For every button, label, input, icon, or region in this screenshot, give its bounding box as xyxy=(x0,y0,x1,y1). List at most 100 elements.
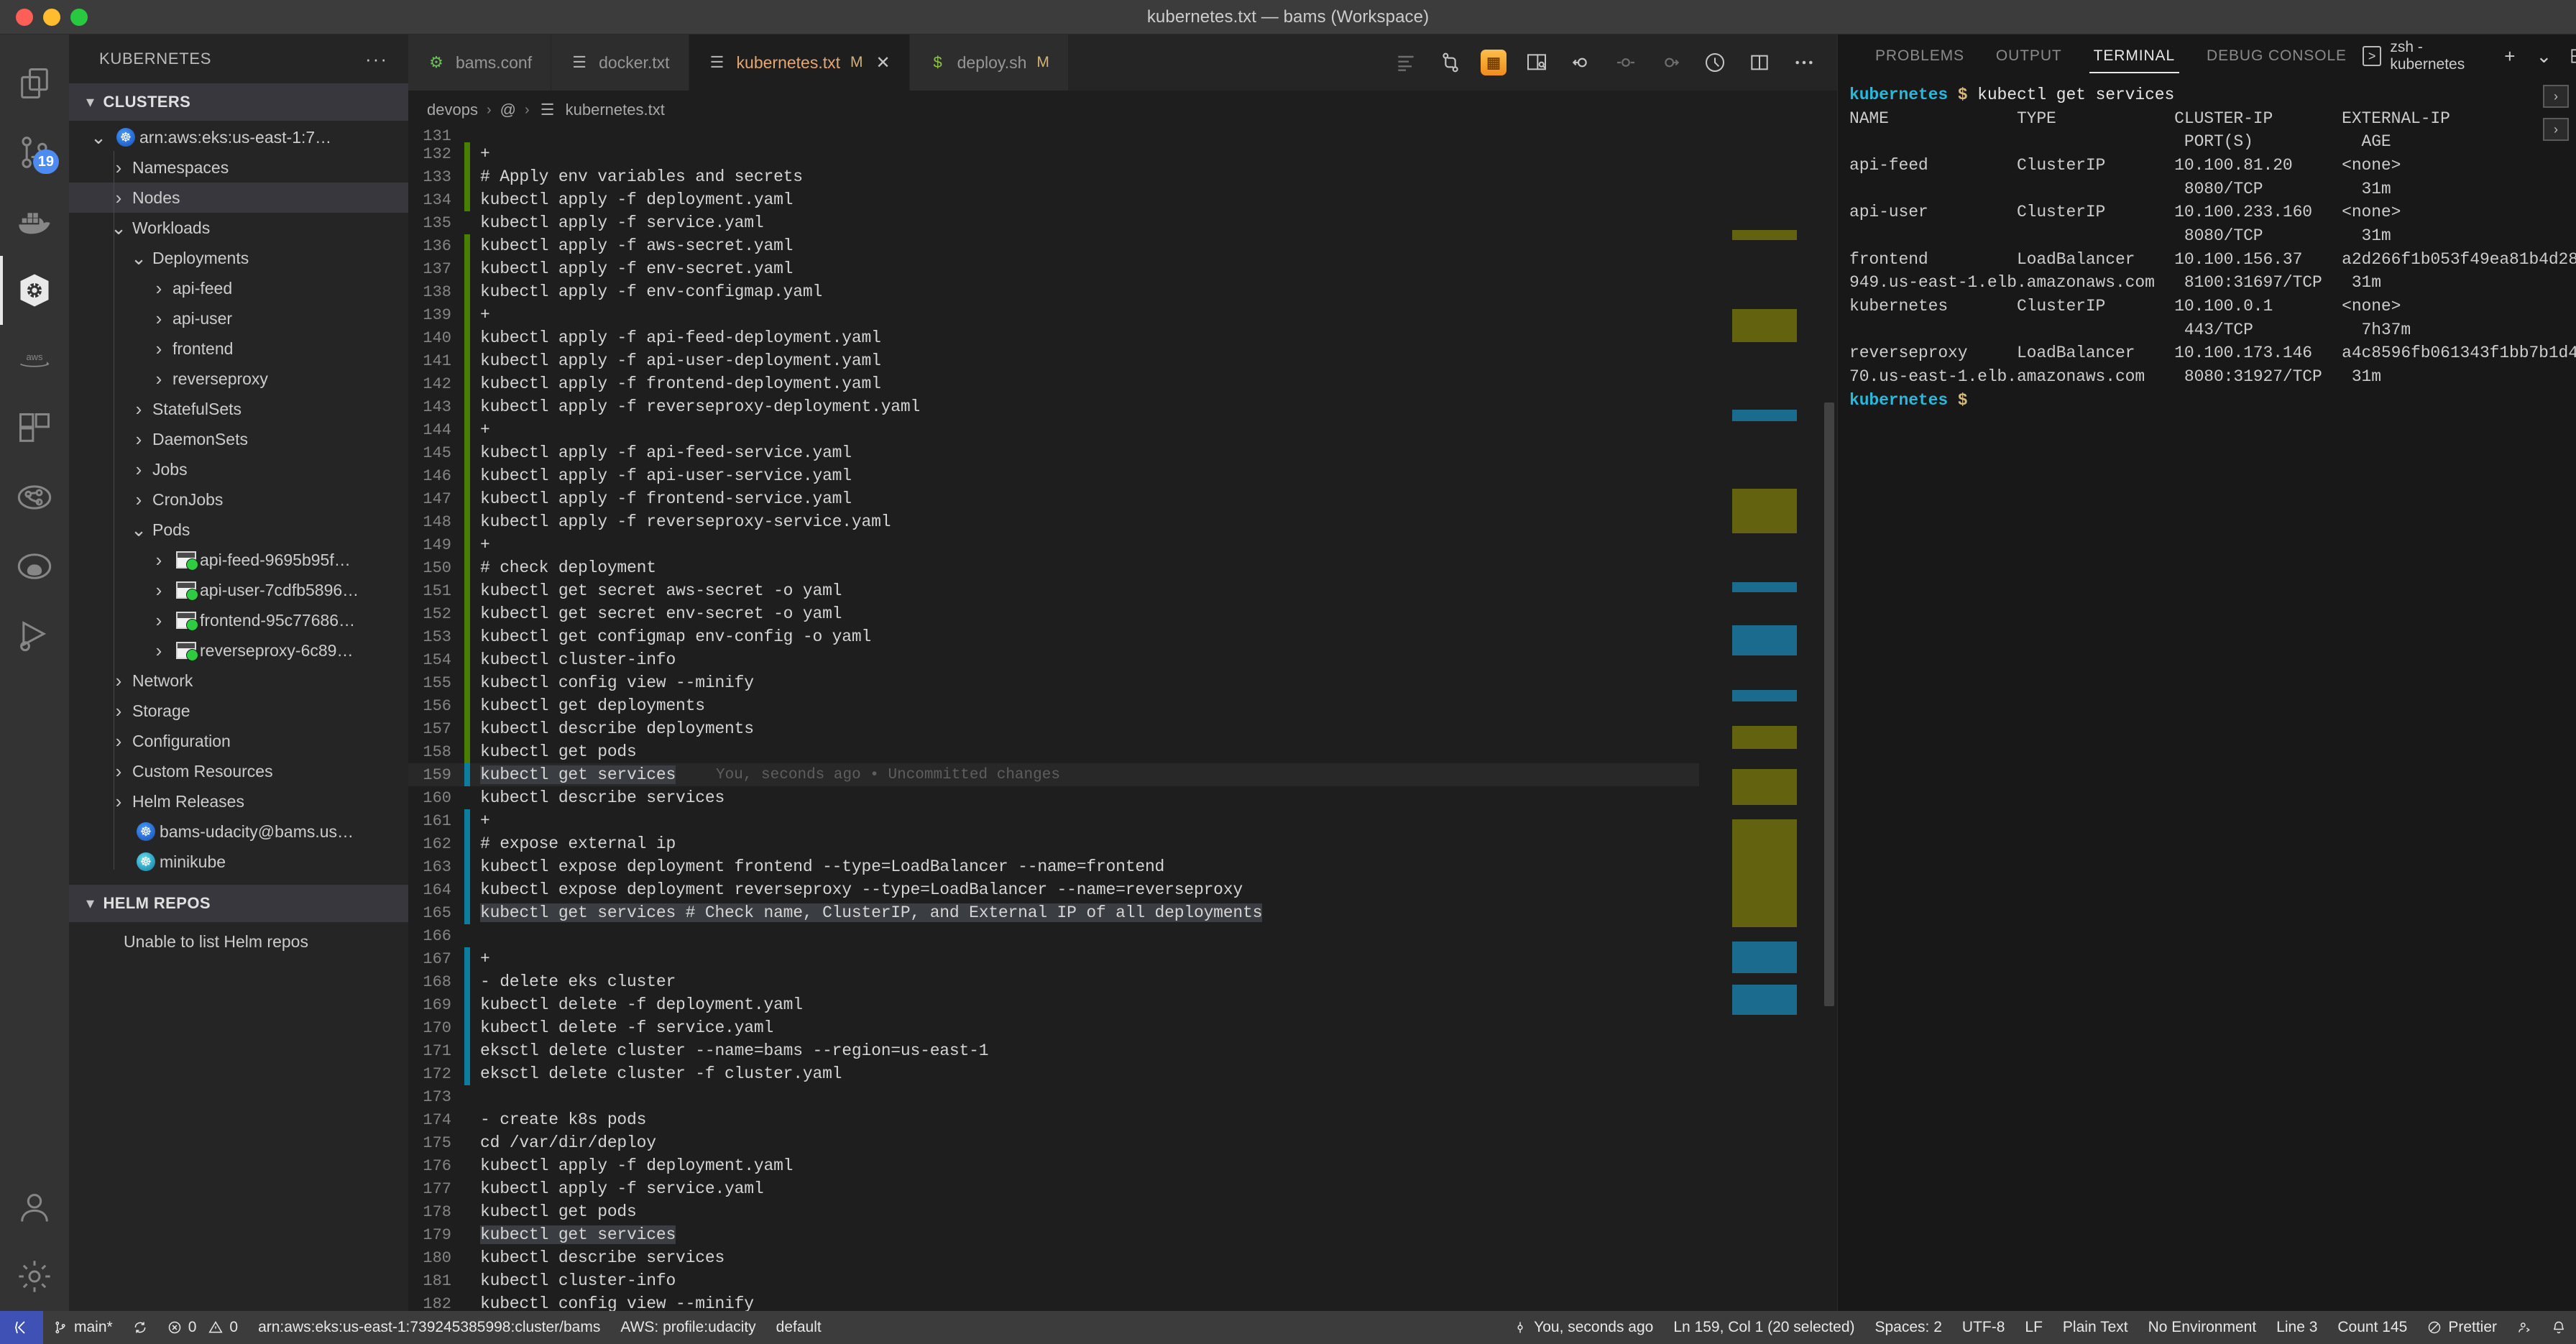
chevron-right-icon[interactable]: › xyxy=(145,640,172,662)
chevron-down-icon[interactable]: ⌄ xyxy=(85,126,112,149)
maximize-window-button[interactable] xyxy=(70,8,88,26)
remote-indicator-button[interactable] xyxy=(0,1311,43,1344)
tree-item-storage[interactable]: › Storage xyxy=(69,696,408,726)
activity-aws[interactable]: aws xyxy=(0,325,69,394)
code-line[interactable]: 176 kubectl apply -f deployment.yaml xyxy=(408,1154,1699,1177)
terminal-dropdown-icon[interactable]: ⌄ xyxy=(2534,44,2555,68)
chevron-right-icon[interactable]: › xyxy=(145,579,172,602)
chevron-right-icon[interactable]: › xyxy=(105,157,132,179)
status-encoding[interactable]: UTF-8 xyxy=(1952,1311,2015,1344)
code-line[interactable]: 146 kubectl apply -f api-user-service.yam… xyxy=(408,464,1699,487)
tree-item-nodes[interactable]: › Nodes xyxy=(69,183,408,213)
code-line[interactable]: 140 kubectl apply -f api-feed-deployment.… xyxy=(408,326,1699,349)
chevron-right-icon[interactable]: › xyxy=(145,549,172,571)
code-line[interactable]: 147 kubectl apply -f frontend-service.yam… xyxy=(408,487,1699,510)
code-line[interactable]: 172 eksctl delete cluster -f cluster.yaml xyxy=(408,1062,1699,1085)
tab-deploy-sh[interactable]: $ deploy.sh M xyxy=(909,34,1069,91)
tree-item-reverseproxy-6c89[interactable]: › reverseproxy-6c89… xyxy=(69,635,408,666)
chevron-right-icon[interactable]: › xyxy=(145,308,172,330)
code-line[interactable]: 174 - create k8s pods xyxy=(408,1108,1699,1131)
split-preview-icon[interactable] xyxy=(1522,48,1551,77)
chevron-right-icon[interactable]: › xyxy=(105,187,132,209)
status-word-count[interactable]: Count 145 xyxy=(2327,1311,2417,1344)
minimap[interactable] xyxy=(1699,129,1821,1311)
tree-item-frontend[interactable]: › frontend xyxy=(69,333,408,364)
terminal-scroll-bottom-icon[interactable]: › xyxy=(2543,118,2569,141)
code-line[interactable]: 177 kubectl apply -f service.yaml xyxy=(408,1177,1699,1200)
close-window-button[interactable] xyxy=(16,8,33,26)
code-line[interactable]: 154 kubectl cluster-info xyxy=(408,648,1699,671)
code-line[interactable]: 178 kubectl get pods xyxy=(408,1200,1699,1223)
code-line[interactable]: 179 kubectl get services xyxy=(408,1223,1699,1246)
code-line[interactable]: 181 kubectl cluster-info xyxy=(408,1269,1699,1292)
status-eol[interactable]: LF xyxy=(2015,1311,2053,1344)
code-line[interactable]: 180 kubectl describe services xyxy=(408,1246,1699,1269)
chevron-right-icon[interactable]: › xyxy=(105,670,132,692)
code-line[interactable]: 139 + xyxy=(408,303,1699,326)
tree-item-api-feed[interactable]: › api-feed xyxy=(69,273,408,303)
previous-change-icon[interactable] xyxy=(1567,48,1596,77)
activity-docker[interactable] xyxy=(0,187,69,256)
stage-change-icon[interactable] xyxy=(1611,48,1640,77)
tree-item-pods[interactable]: ⌄ Pods xyxy=(69,515,408,545)
code-line[interactable]: 142 kubectl apply -f frontend-deployment.… xyxy=(408,372,1699,395)
tree-item-arn-aws-eks-us-east-1-7[interactable]: ⌄ ☸ arn:aws:eks:us-east-1:7… xyxy=(69,122,408,152)
code-line[interactable]: 144 + xyxy=(408,418,1699,441)
code-line[interactable]: 145 kubectl apply -f api-feed-service.yam… xyxy=(408,441,1699,464)
code-line[interactable]: 182 kubectl config view --minify xyxy=(408,1292,1699,1311)
code-line[interactable]: 138 kubectl apply -f env-configmap.yaml xyxy=(408,280,1699,303)
window-controls[interactable] xyxy=(0,8,88,26)
code-line[interactable]: 135 kubectl apply -f service.yaml xyxy=(408,211,1699,234)
code-lines[interactable]: 131 132 +133 # Apply env variables and secr… xyxy=(408,129,1699,1311)
tree-item-daemonsets[interactable]: › DaemonSets xyxy=(69,424,408,454)
chevron-right-icon[interactable]: › xyxy=(125,459,152,481)
outline-icon[interactable] xyxy=(1392,48,1420,77)
tree-item-bams-udacity-bams-us[interactable]: ☸ bams-udacity@bams.us… xyxy=(69,816,408,847)
breadcrumb-at[interactable]: @ xyxy=(500,101,516,119)
run-jupyter-icon[interactable]: ▦ xyxy=(1481,50,1506,75)
code-line[interactable]: 167 + xyxy=(408,947,1699,970)
split-editor-icon[interactable] xyxy=(1745,48,1774,77)
code-line[interactable]: 175 cd /var/dir/deploy xyxy=(408,1131,1699,1154)
panel-tab-output[interactable]: OUTPUT xyxy=(1980,34,2078,78)
tree-item-namespaces[interactable]: › Namespaces xyxy=(69,152,408,183)
tree-item-configuration[interactable]: › Configuration xyxy=(69,726,408,756)
code-line[interactable]: 173 xyxy=(408,1085,1699,1108)
breadcrumb-file[interactable]: kubernetes.txt xyxy=(566,101,665,119)
tree-item-statefulsets[interactable]: › StatefulSets xyxy=(69,394,408,424)
next-change-icon[interactable] xyxy=(1656,48,1685,77)
split-terminal-icon[interactable] xyxy=(2567,44,2576,68)
chevron-down-icon[interactable]: ⌄ xyxy=(105,217,132,239)
sidebar-section-helm-repos[interactable]: ▾ HELM REPOS xyxy=(69,885,408,922)
tab-docker-txt[interactable]: ☰ docker.txt xyxy=(551,34,689,91)
code-line[interactable]: 159 kubectl get services You, seconds ago … xyxy=(408,763,1699,786)
terminal-selector[interactable]: > zsh - kubernetes xyxy=(2362,39,2486,73)
chevron-down-icon[interactable]: ⌄ xyxy=(125,247,152,270)
chevron-right-icon[interactable]: › xyxy=(105,730,132,752)
status-git-blame[interactable]: You, seconds ago xyxy=(1503,1311,1663,1344)
tab-kubernetes-txt[interactable]: ☰ kubernetes.txt M ✕ xyxy=(689,34,910,91)
new-terminal-icon[interactable]: + xyxy=(2499,44,2521,68)
status-sync[interactable] xyxy=(123,1311,157,1344)
chevron-right-icon[interactable]: › xyxy=(125,398,152,420)
tree-item-api-user[interactable]: › api-user xyxy=(69,303,408,333)
panel-tab-problems[interactable]: PROBLEMS xyxy=(1859,34,1980,78)
code-line[interactable]: 155 kubectl config view --minify xyxy=(408,671,1699,694)
activity-explorer[interactable] xyxy=(0,49,69,118)
code-line[interactable]: 148 kubectl apply -f reverseproxy-service… xyxy=(408,510,1699,533)
code-line[interactable]: 141 kubectl apply -f api-user-deployment.… xyxy=(408,349,1699,372)
tree-item-helm-releases[interactable]: › Helm Releases xyxy=(69,786,408,816)
tree-item-frontend-95c77686[interactable]: › frontend-95c77686… xyxy=(69,605,408,635)
code-line[interactable]: 161 + xyxy=(408,809,1699,832)
code-line[interactable]: 157 kubectl describe deployments xyxy=(408,717,1699,740)
code-line[interactable]: 169 kubectl delete -f deployment.yaml xyxy=(408,993,1699,1016)
code-line[interactable]: 133 # Apply env variables and secrets xyxy=(408,165,1699,188)
code-line[interactable]: 152 kubectl get secret env-secret -o yaml xyxy=(408,602,1699,625)
status-environment[interactable]: No Environment xyxy=(2138,1311,2267,1344)
status-cursor-position[interactable]: Ln 159, Col 1 (20 selected) xyxy=(1663,1311,1864,1344)
activity-source-control[interactable]: 19 xyxy=(0,118,69,187)
code-line[interactable]: 166 xyxy=(408,924,1699,947)
tree-item-network[interactable]: › Network xyxy=(69,666,408,696)
status-indentation[interactable]: Spaces: 2 xyxy=(1865,1311,1952,1344)
chevron-right-icon[interactable]: › xyxy=(145,609,172,632)
